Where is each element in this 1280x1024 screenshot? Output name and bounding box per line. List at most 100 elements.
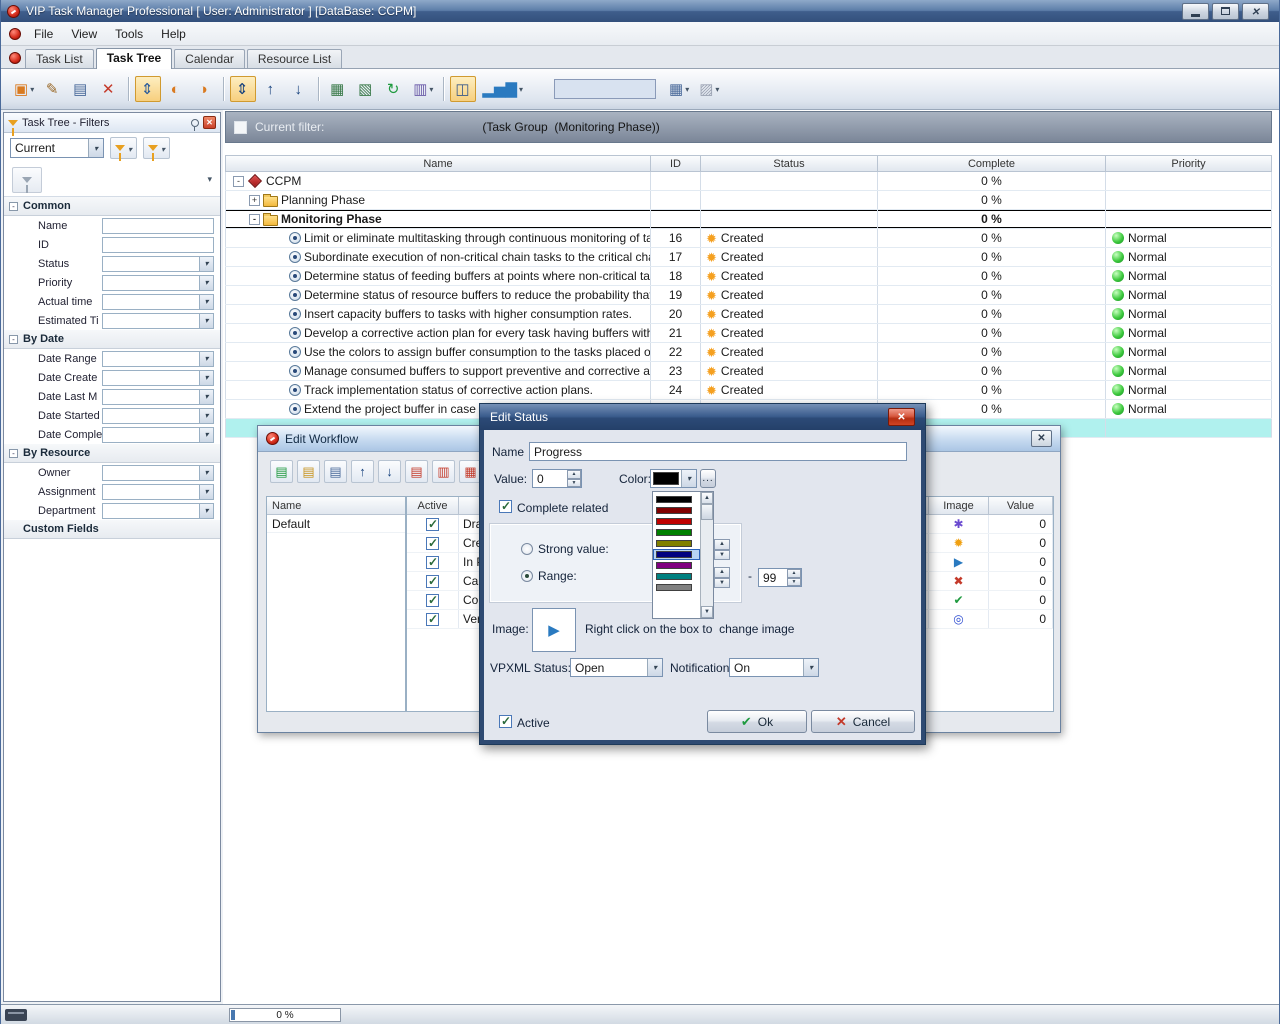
- color-option[interactable]: [653, 527, 700, 538]
- menu-item[interactable]: File: [25, 23, 62, 45]
- delete-status-button[interactable]: ▤: [405, 460, 428, 483]
- outdent-task-button[interactable]: ▧: [353, 76, 379, 102]
- color-option[interactable]: [653, 538, 700, 549]
- vpxml-status-select[interactable]: Open: [570, 658, 663, 677]
- color-option[interactable]: [653, 505, 700, 516]
- filter-panel-close-button[interactable]: ✕: [203, 116, 216, 129]
- pin-icon[interactable]: [191, 119, 199, 127]
- chevron-down-icon[interactable]: [681, 470, 696, 487]
- table-row[interactable]: Track implementation status of correctiv…: [225, 381, 1272, 400]
- chevron-down-icon[interactable]: [199, 409, 213, 423]
- value-column-header[interactable]: Value: [989, 497, 1053, 515]
- indent-task-button[interactable]: ▦: [325, 76, 351, 102]
- current-filter-select[interactable]: Current: [10, 138, 104, 158]
- color-select[interactable]: [650, 469, 697, 488]
- status-image-box[interactable]: ▶: [532, 608, 576, 652]
- filter-section-header[interactable]: Custom Fields: [4, 520, 220, 539]
- duplicate-task-button[interactable]: ▤: [68, 76, 94, 102]
- filter-section-header[interactable]: - By Resource: [4, 444, 220, 463]
- status-dialog-titlebar[interactable]: Edit Status ✕: [480, 404, 925, 430]
- clear-statuses-button[interactable]: ▥: [432, 460, 455, 483]
- complete-related-checkbox[interactable]: [499, 500, 512, 513]
- scrollbar-thumb[interactable]: [701, 504, 713, 520]
- chevron-down-icon[interactable]: [647, 659, 662, 676]
- filter-field-input[interactable]: [102, 275, 214, 291]
- filter-field-input[interactable]: [102, 389, 214, 405]
- filter-section-header[interactable]: - Common: [4, 197, 220, 216]
- chevron-down-icon[interactable]: [199, 428, 213, 442]
- filter-field-input[interactable]: [102, 313, 214, 329]
- active-checkbox[interactable]: [426, 518, 439, 531]
- chevron-down-icon[interactable]: [199, 295, 213, 309]
- collapse-icon[interactable]: -: [9, 449, 18, 458]
- table-row[interactable]: Limit or eliminate multitasking through …: [225, 229, 1272, 248]
- ok-button[interactable]: ✔ Ok: [707, 710, 807, 733]
- active-checkbox[interactable]: [426, 613, 439, 626]
- design-mode-button[interactable]: ▨▾: [695, 76, 723, 102]
- chevron-down-icon[interactable]: [199, 257, 213, 271]
- active-checkbox[interactable]: [499, 715, 512, 728]
- chevron-down-icon[interactable]: [199, 390, 213, 404]
- titlebar[interactable]: VIP Task Manager Professional [ User: Ad…: [1, 0, 1279, 22]
- chevron-down-icon[interactable]: [199, 314, 213, 328]
- scroll-up-icon[interactable]: ▲: [701, 492, 713, 504]
- filter-field-input[interactable]: [102, 484, 214, 500]
- table-row[interactable]: - CCPM ✹ 0 %: [225, 172, 1272, 191]
- color-option[interactable]: [653, 560, 700, 571]
- edit-task-button[interactable]: ✎: [40, 76, 66, 102]
- range-radio[interactable]: [521, 570, 533, 582]
- workflow-name-row[interactable]: Default: [267, 515, 405, 533]
- tree-expander-icon[interactable]: -: [249, 214, 260, 225]
- move-down-button[interactable]: ↓: [286, 76, 312, 102]
- chevron-down-icon[interactable]: [803, 659, 818, 676]
- move-up-button[interactable]: ↑: [258, 76, 284, 102]
- chart-button[interactable]: ▂▅▇▾: [478, 76, 527, 102]
- color-list-scrollbar[interactable]: ▲ ▼: [700, 492, 713, 618]
- delete-task-button[interactable]: ✕: [96, 76, 122, 102]
- move-status-up-button[interactable]: ↑: [351, 460, 374, 483]
- table-row[interactable]: + Planning Phase ✹ 0 %: [225, 191, 1272, 210]
- view-tab[interactable]: Calendar: [174, 49, 245, 68]
- chevron-down-icon[interactable]: [199, 485, 213, 499]
- value-stepper[interactable]: 0: [532, 469, 582, 488]
- chevron-down-icon[interactable]: [199, 276, 213, 290]
- filter-field-input[interactable]: [102, 351, 214, 367]
- filter-field-input[interactable]: [102, 503, 214, 519]
- collapse-icon[interactable]: -: [9, 335, 18, 344]
- column-header[interactable]: Status: [701, 155, 878, 172]
- chevron-down-icon[interactable]: [199, 504, 213, 518]
- active-checkbox[interactable]: [426, 556, 439, 569]
- menu-item[interactable]: View: [62, 23, 106, 45]
- color-option[interactable]: [653, 516, 700, 527]
- filter-field-input[interactable]: [102, 465, 214, 481]
- new-task-button[interactable]: ▣▾: [10, 76, 38, 102]
- panel-menu-icon[interactable]: ▾: [207, 174, 212, 185]
- notification-select[interactable]: On: [729, 658, 819, 677]
- view-tab[interactable]: Task Tree: [96, 48, 172, 69]
- color-option[interactable]: [653, 549, 700, 560]
- insert-status-button[interactable]: ▤: [297, 460, 320, 483]
- menu-item[interactable]: Help: [152, 23, 195, 45]
- table-row[interactable]: Subordinate execution of non-critical ch…: [225, 248, 1272, 267]
- filter-field-input[interactable]: [102, 370, 214, 386]
- table-row[interactable]: Use the colors to assign buffer consumpt…: [225, 343, 1272, 362]
- column-header[interactable]: Name: [225, 155, 651, 172]
- status-close-button[interactable]: ✕: [888, 408, 915, 426]
- custom-color-button[interactable]: ...: [700, 469, 716, 488]
- expand-all-button[interactable]: ◑: [191, 76, 217, 102]
- workflow-close-button[interactable]: ✕: [1031, 430, 1052, 447]
- move-mode-button[interactable]: ⇕: [230, 76, 256, 102]
- apply-filter-button[interactable]: [12, 167, 42, 193]
- chevron-down-icon[interactable]: [88, 139, 103, 157]
- export-button[interactable]: ▥▾: [409, 76, 437, 102]
- active-checkbox[interactable]: [426, 537, 439, 550]
- view-tab[interactable]: Resource List: [247, 49, 342, 68]
- collapse-icon[interactable]: -: [9, 202, 18, 211]
- save-filter-button[interactable]: [110, 137, 137, 159]
- filter-options-button[interactable]: [143, 137, 170, 159]
- filter-field-input[interactable]: [102, 427, 214, 443]
- collapse-all-button[interactable]: ◐: [163, 76, 189, 102]
- strong-value-radio[interactable]: [521, 543, 533, 555]
- tree-expander-icon[interactable]: -: [233, 176, 244, 187]
- scroll-down-icon[interactable]: ▼: [701, 606, 713, 618]
